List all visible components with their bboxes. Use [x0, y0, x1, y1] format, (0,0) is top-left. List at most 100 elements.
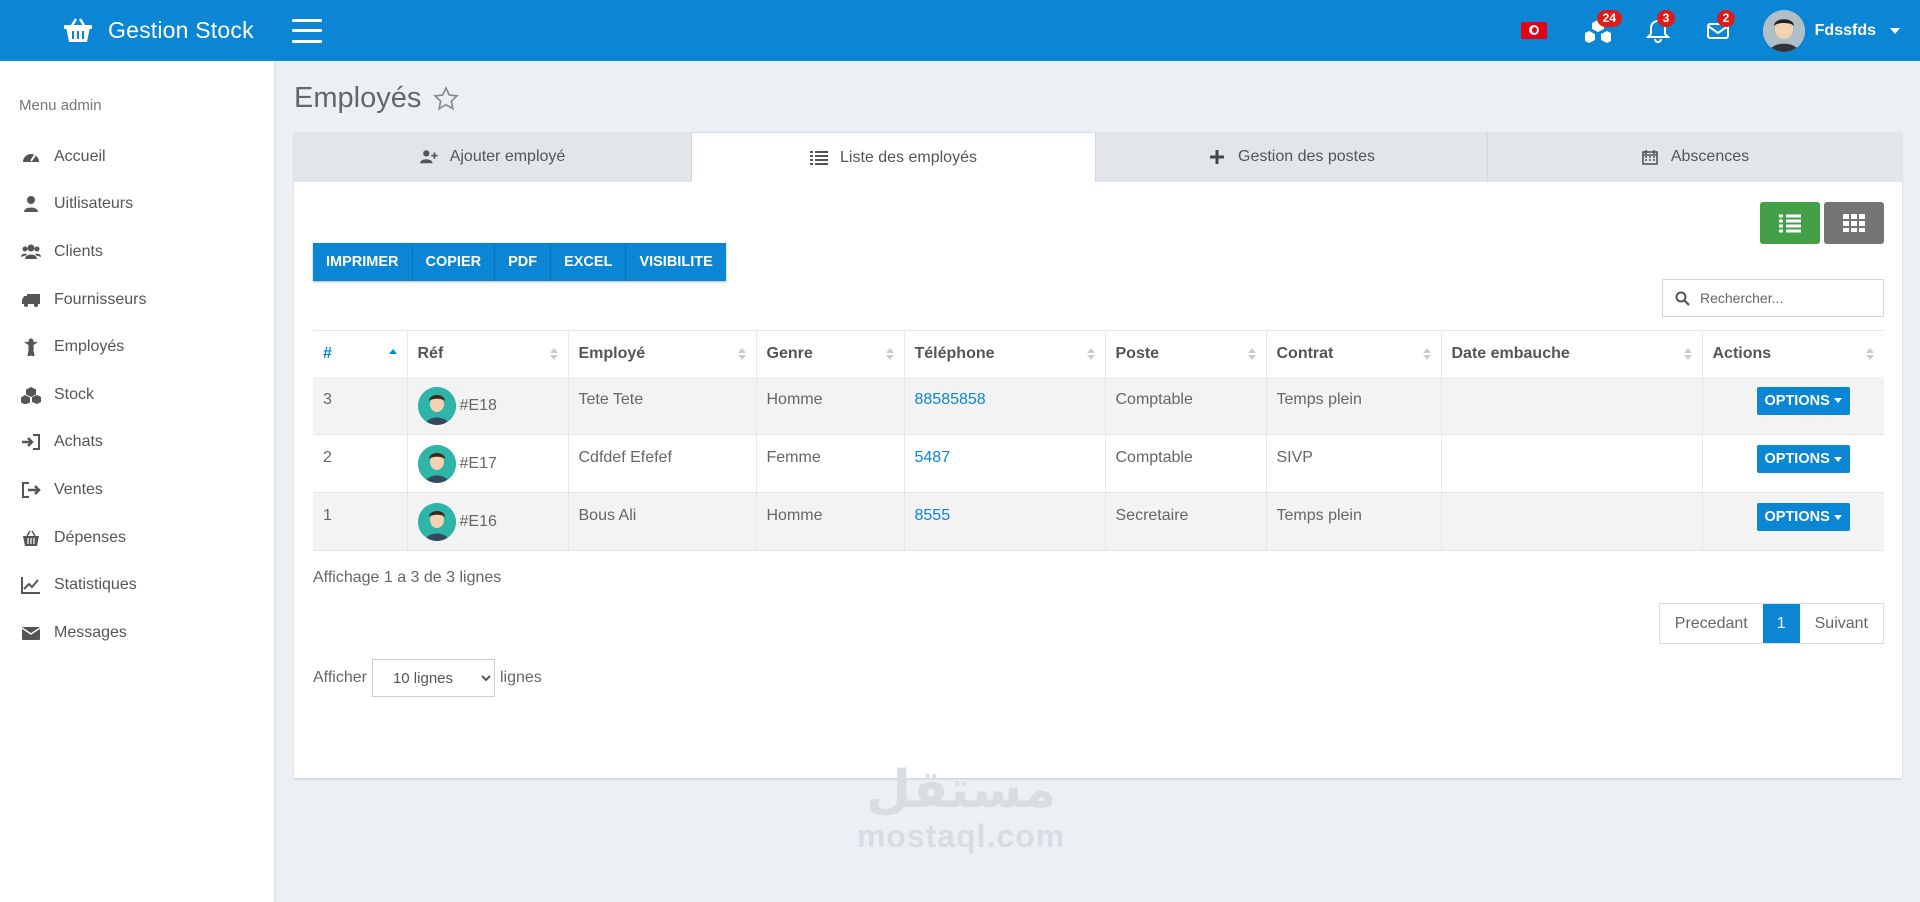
star-icon[interactable] — [433, 85, 460, 112]
user-plus-icon — [419, 150, 438, 164]
watermark: مستقل mostaql.com — [843, 762, 1079, 854]
sidebar-item-label: Fournisseurs — [54, 290, 147, 308]
cell-date — [1441, 376, 1703, 435]
column-header-actions[interactable]: Actions — [1702, 330, 1884, 377]
cell-actions: OPTIONS — [1702, 434, 1884, 493]
stock-alerts-button[interactable]: 24 — [1583, 9, 1623, 46]
pagination: Precedant 1 Suivant — [1658, 603, 1884, 644]
tab-label: Ajouter employé — [449, 148, 566, 165]
tab-label: Abscences — [1670, 148, 1750, 165]
cell-ref: #E17 — [407, 434, 569, 493]
page-1-button[interactable]: 1 — [1762, 604, 1800, 643]
length-prefix: Afficher — [313, 669, 367, 686]
column-header-genre[interactable]: Genre — [756, 330, 905, 377]
table-row[interactable]: 3 #E18 Tete Tete Homme 88585858 Comptabl… — [313, 376, 1884, 435]
sign-out-icon — [22, 481, 41, 498]
brand[interactable]: Gestion Stock — [0, 0, 276, 61]
cell-actions: OPTIONS — [1702, 492, 1884, 551]
list-view-button[interactable] — [1760, 202, 1820, 244]
employees-panel: Ajouter employé Liste des employés Gesti… — [294, 132, 1902, 778]
sidebar-item-ventes[interactable]: Ventes — [0, 466, 274, 514]
notifications-button[interactable]: 3 — [1643, 9, 1676, 46]
page-length-select[interactable]: 10 lignes — [371, 659, 495, 697]
cell-contrat: SIVP — [1266, 434, 1442, 493]
sidebar-item-label: Statistiques — [54, 576, 137, 594]
next-page-button[interactable]: Suivant — [1800, 604, 1883, 643]
tab-gestion-postes[interactable]: Gestion des postes — [1096, 132, 1488, 182]
print-button[interactable]: IMPRIMER — [313, 243, 413, 281]
caret-down-icon — [1833, 514, 1842, 520]
sidebar-item-employes[interactable]: Employés — [0, 323, 274, 371]
messages-count-badge: 2 — [1716, 9, 1736, 27]
tab-ajouter-employe[interactable]: Ajouter employé — [294, 132, 692, 182]
sort-icon — [737, 348, 746, 360]
column-header-poste[interactable]: Poste — [1105, 330, 1267, 377]
cell-poste: Comptable — [1105, 376, 1267, 435]
employees-table: # Réf Employé Genre Téléphone Poste Cont… — [313, 330, 1884, 551]
column-header-contrat[interactable]: Contrat — [1266, 330, 1442, 377]
search-icon — [1675, 291, 1690, 306]
column-header-date-embauche[interactable]: Date embauche — [1441, 330, 1703, 377]
length-suffix: lignes — [499, 669, 542, 686]
sort-asc-icon — [388, 349, 397, 354]
chevron-down-icon — [1890, 27, 1900, 34]
notifications-count-badge: 3 — [1656, 9, 1676, 27]
export-toolbar: IMPRIMER COPIER PDF EXCEL VISIBILITE — [313, 243, 726, 281]
tab-label: Liste des employés — [840, 148, 977, 166]
avatar — [1762, 9, 1805, 52]
caret-down-icon — [1833, 456, 1842, 462]
options-dropdown-button[interactable]: OPTIONS — [1756, 386, 1850, 415]
cell-genre: Femme — [756, 434, 905, 493]
tab-label: Gestion des postes — [1238, 148, 1375, 165]
sidebar-item-messages[interactable]: Messages — [0, 609, 274, 657]
stock-count-badge: 24 — [1596, 9, 1623, 27]
sidebar-item-label: Clients — [54, 242, 103, 260]
sidebar-item-statistiques[interactable]: Statistiques — [0, 561, 274, 609]
sidebar-item-stock[interactable]: Stock — [0, 371, 274, 419]
sidebar-item-achats[interactable]: Achats — [0, 419, 274, 467]
sidebar-item-clients[interactable]: Clients — [0, 228, 274, 276]
column-header-telephone[interactable]: Téléphone — [904, 330, 1106, 377]
user-menu[interactable]: Fdssfds — [1762, 9, 1900, 52]
cell-poste: Comptable — [1105, 434, 1267, 493]
options-dropdown-button[interactable]: OPTIONS — [1756, 503, 1850, 531]
cell-num: 2 — [313, 434, 408, 493]
pdf-button[interactable]: PDF — [495, 243, 552, 281]
caret-down-icon — [1833, 398, 1842, 403]
grid-icon — [1843, 214, 1865, 232]
phone-link[interactable]: 8555 — [915, 507, 951, 524]
cell-genre: Homme — [756, 376, 905, 435]
sidebar-item-accueil[interactable]: Accueil — [0, 133, 274, 181]
excel-button[interactable]: EXCEL — [551, 243, 627, 281]
copy-button[interactable]: COPIER — [413, 243, 496, 281]
grid-view-button[interactable] — [1824, 202, 1884, 244]
sort-icon — [1422, 348, 1431, 360]
tab-abscences[interactable]: Abscences — [1488, 132, 1902, 182]
column-header-employe[interactable]: Employé — [568, 330, 757, 377]
messages-button[interactable]: 2 — [1703, 9, 1736, 46]
sidebar-item-utilisateurs[interactable]: Uitlisateurs — [0, 181, 274, 229]
table-row[interactable]: 2 #E17 Cdfdef Efefef Femme 5487 Comptabl… — [313, 434, 1884, 493]
sidebar-item-depenses[interactable]: Dépenses — [0, 514, 274, 562]
phone-link[interactable]: 88585858 — [915, 391, 986, 408]
sidebar-item-fournisseurs[interactable]: Fournisseurs — [0, 276, 274, 324]
user-name: Fdssfds — [1814, 21, 1876, 39]
column-header-ref[interactable]: Réf — [407, 330, 569, 377]
search-input[interactable] — [1700, 290, 1870, 306]
previous-page-button[interactable]: Precedant — [1660, 604, 1763, 643]
list-icon — [1779, 214, 1801, 233]
cell-employe: Tete Tete — [568, 376, 757, 435]
visibility-button[interactable]: VISIBILITE — [626, 243, 725, 281]
menu-toggle-button[interactable] — [292, 18, 322, 43]
envelope-icon — [21, 626, 41, 640]
table-row[interactable]: 1 #E16 Bous Ali Homme 8555 Secretaire Te… — [313, 492, 1884, 551]
column-header-num[interactable]: # — [313, 330, 408, 377]
options-dropdown-button[interactable]: OPTIONS — [1756, 445, 1850, 473]
app-name: Gestion Stock — [108, 17, 254, 43]
phone-link[interactable]: 5487 — [915, 449, 951, 466]
page-length: Afficher 10 lignes lignes — [313, 659, 542, 697]
tunisia-flag-icon[interactable] — [1520, 22, 1547, 39]
tab-liste-employes[interactable]: Liste des employés — [692, 132, 1096, 182]
sidebar-item-label: Employés — [54, 338, 125, 356]
cell-ref: #E16 — [407, 492, 569, 551]
